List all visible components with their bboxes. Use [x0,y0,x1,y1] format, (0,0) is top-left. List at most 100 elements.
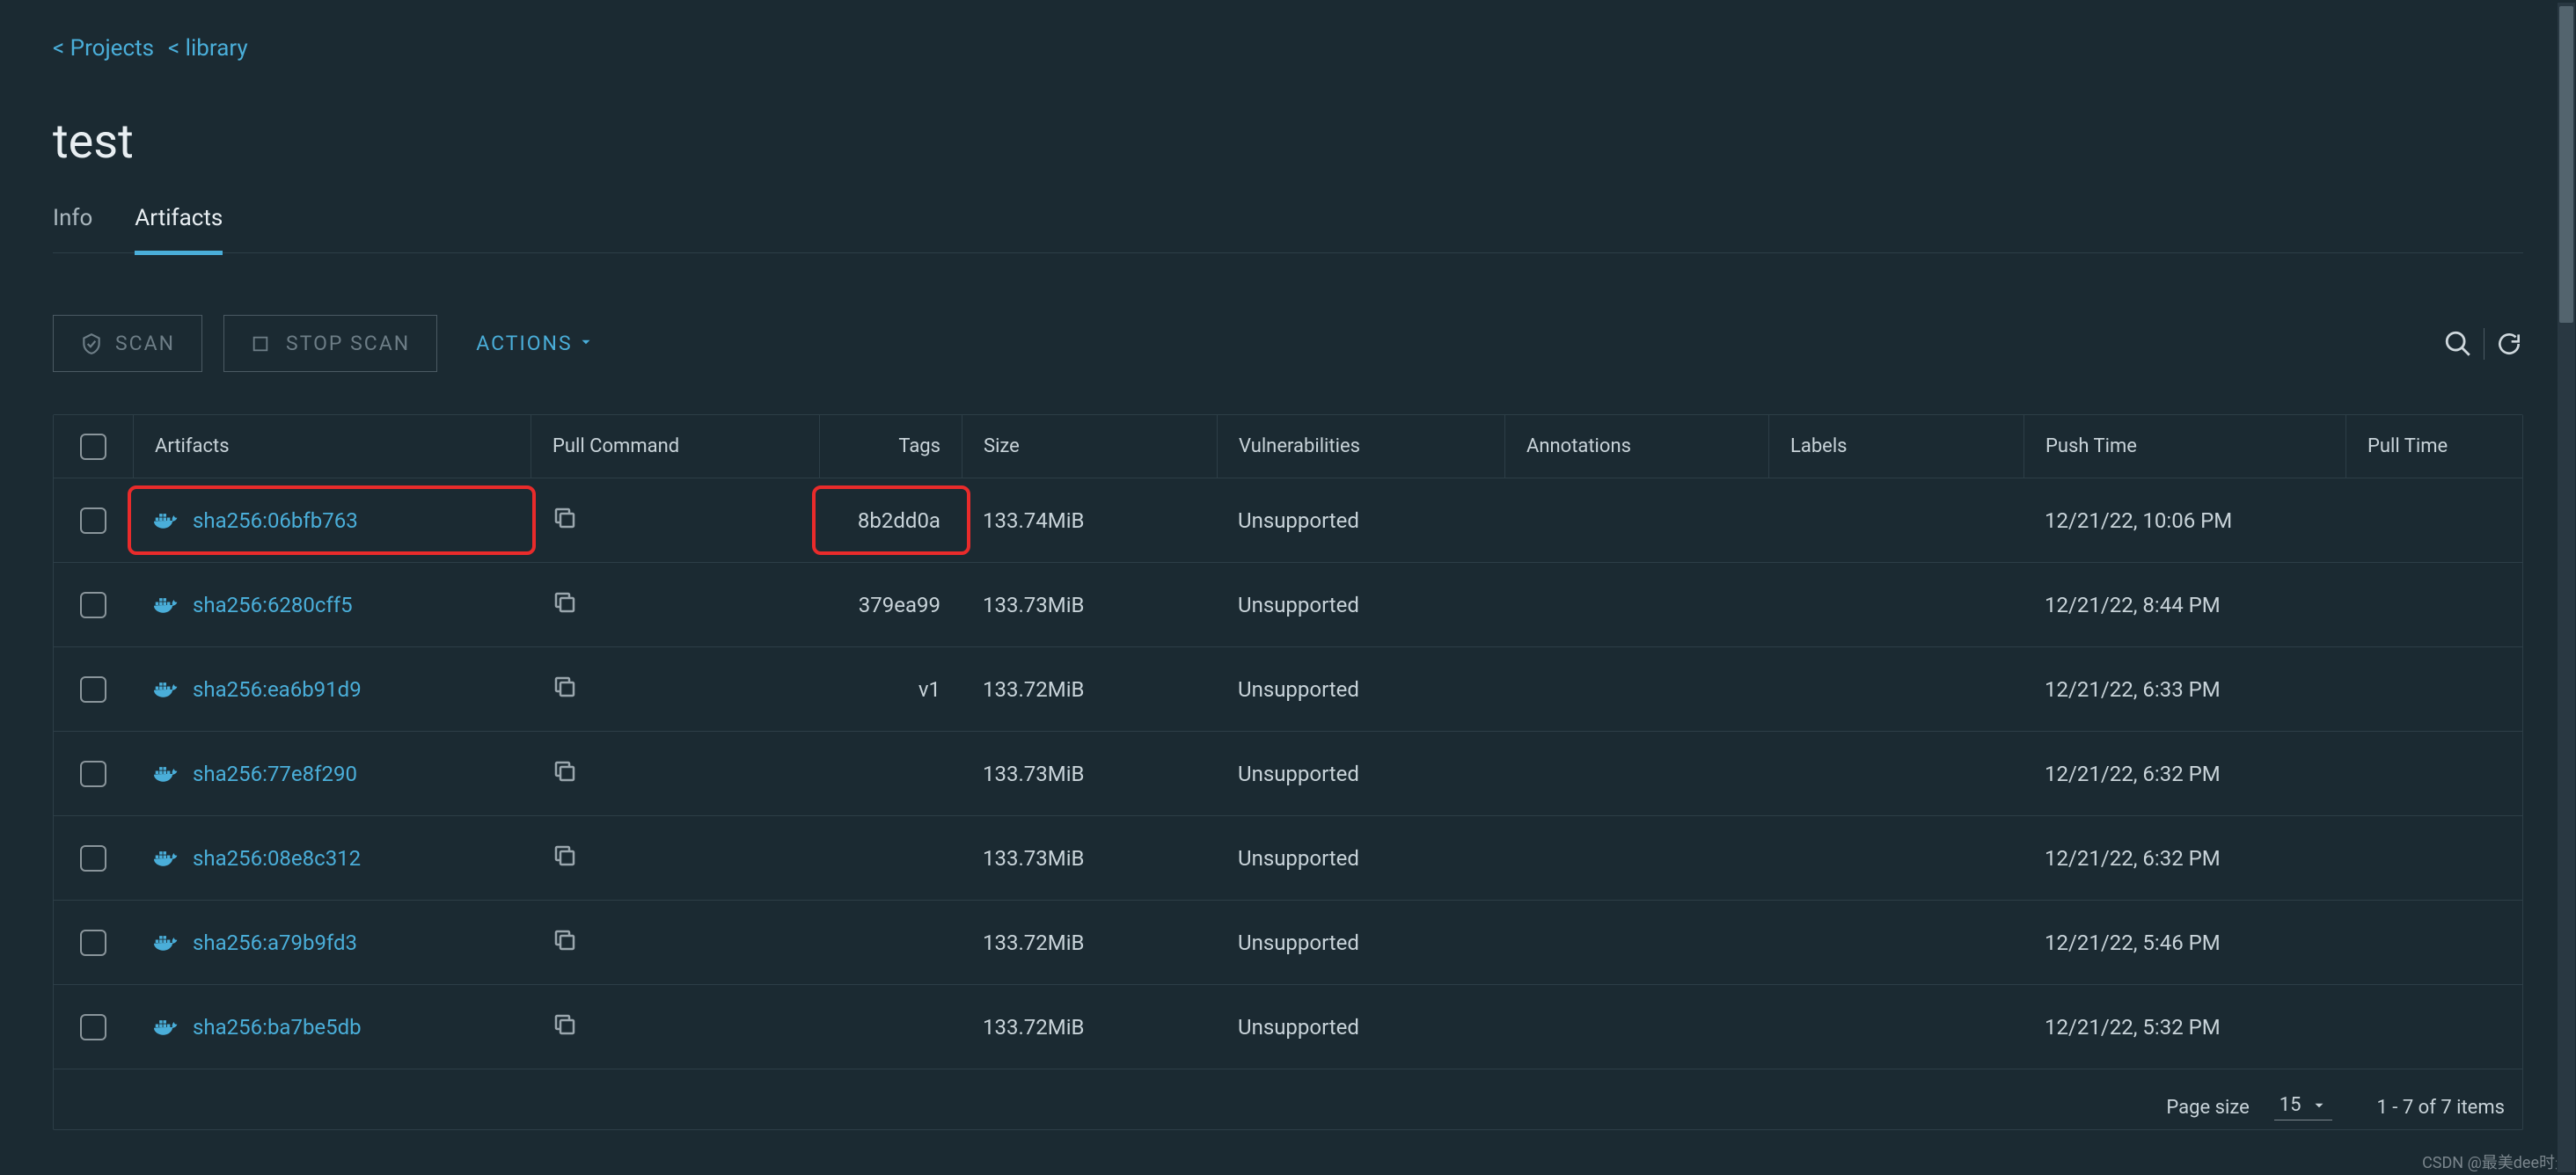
breadcrumb: < Projects < library [53,35,2523,62]
annotations-value [1504,647,1768,731]
page-size-control: Page size 15 [2166,1094,2332,1120]
chevron-down-icon [578,332,594,355]
artifact-link[interactable]: sha256:a79b9fd3 [154,931,357,955]
vulnerability-value: Unsupported [1217,816,1504,900]
labels-value [1768,901,2023,984]
artifact-link[interactable]: sha256:6280cff5 [154,593,353,617]
artifact-hash: sha256:77e8f290 [193,762,357,786]
column-annotations[interactable]: Annotations [1504,415,1768,478]
select-all-checkbox[interactable] [80,434,106,460]
stop-icon [251,332,274,355]
labels-value [1768,478,2023,562]
scrollbar-thumb[interactable] [2559,6,2573,323]
row-checkbox[interactable] [80,507,106,534]
page-size-select[interactable]: 15 [2274,1094,2333,1120]
column-tags[interactable]: Tags [819,415,962,478]
column-vulnerabilities[interactable]: Vulnerabilities [1217,415,1504,478]
divider [2484,328,2485,360]
actions-button-label: ACTIONS [476,332,572,355]
artifact-hash: sha256:08e8c312 [193,846,361,871]
column-artifacts[interactable]: Artifacts [133,415,531,478]
tabs: Info Artifacts [53,205,2523,253]
copy-icon[interactable] [552,1011,578,1043]
scan-button-label: SCAN [115,332,175,355]
column-pull-time[interactable]: Pull Time [2345,415,2522,478]
vulnerability-value: Unsupported [1217,901,1504,984]
column-push-time[interactable]: Push Time [2023,415,2345,478]
scan-button[interactable]: SCAN [53,315,202,372]
size-value: 133.73MiB [962,816,1217,900]
pull-time-value [2345,647,2522,731]
row-checkbox[interactable] [80,592,106,618]
row-checkbox[interactable] [80,930,106,956]
copy-icon[interactable] [552,674,578,705]
annotations-value [1504,478,1768,562]
copy-icon[interactable] [552,843,578,874]
artifact-link[interactable]: sha256:06bfb763 [154,508,358,533]
table-row: sha256:06bfb763 8b2dd0a 133.74MiB Unsupp… [54,478,2522,563]
table-row: sha256:a79b9fd3 133.72MiB Unsupported 12… [54,901,2522,985]
column-checkbox [54,415,133,478]
artifact-hash: sha256:6280cff5 [193,593,353,617]
copy-icon[interactable] [552,589,578,621]
artifact-link[interactable]: sha256:08e8c312 [154,846,361,871]
size-value: 133.73MiB [962,563,1217,646]
breadcrumb-projects[interactable]: < Projects [53,35,154,62]
stop-scan-button[interactable]: STOP SCAN [223,315,437,372]
size-value: 133.73MiB [962,732,1217,815]
push-time-value: 12/21/22, 8:44 PM [2023,563,2345,646]
watermark: CSDN @最美dee时光 [2422,1150,2571,1173]
docker-icon [154,933,179,952]
pull-time-value [2345,901,2522,984]
copy-icon[interactable] [552,927,578,959]
vulnerability-value: Unsupported [1217,732,1504,815]
table-row: sha256:08e8c312 133.73MiB Unsupported 12… [54,816,2522,901]
tab-artifacts[interactable]: Artifacts [135,205,223,255]
actions-button[interactable]: ACTIONS [458,332,611,355]
push-time-value: 12/21/22, 5:32 PM [2023,985,2345,1069]
tab-info[interactable]: Info [53,205,92,255]
page-title: test [53,114,2523,170]
labels-value [1768,732,2023,815]
artifact-hash: sha256:ba7be5db [193,1015,362,1040]
stop-scan-button-label: STOP SCAN [286,332,410,355]
docker-icon [154,1018,179,1037]
search-icon[interactable] [2443,329,2473,359]
labels-value [1768,563,2023,646]
table-row: sha256:77e8f290 133.73MiB Unsupported 12… [54,732,2522,816]
labels-value [1768,985,2023,1069]
vulnerability-value: Unsupported [1217,478,1504,562]
size-value: 133.72MiB [962,901,1217,984]
pull-time-value [2345,478,2522,562]
row-checkbox[interactable] [80,676,106,703]
annotations-value [1504,732,1768,815]
pull-time-value [2345,563,2522,646]
artifact-link[interactable]: sha256:77e8f290 [154,762,357,786]
toolbar: SCAN STOP SCAN ACTIONS [53,315,2523,372]
column-size[interactable]: Size [962,415,1217,478]
row-checkbox[interactable] [80,845,106,872]
shield-check-icon [80,332,103,355]
row-checkbox[interactable] [80,761,106,787]
scrollbar[interactable] [2557,2,2576,1173]
push-time-value: 12/21/22, 5:46 PM [2023,901,2345,984]
copy-icon[interactable] [552,505,578,536]
artifact-link[interactable]: sha256:ea6b91d9 [154,677,362,702]
labels-value [1768,647,2023,731]
tag-value: 8b2dd0a [858,508,940,533]
docker-icon [154,764,179,784]
artifact-link[interactable]: sha256:ba7be5db [154,1015,362,1040]
table-header: Artifacts Pull Command Tags Size Vulnera… [54,415,2522,478]
docker-icon [154,849,179,868]
pull-time-value [2345,816,2522,900]
refresh-icon[interactable] [2495,330,2523,358]
page-size-value: 15 [2280,1094,2302,1116]
copy-icon[interactable] [552,758,578,790]
column-pull-command[interactable]: Pull Command [531,415,819,478]
vulnerability-value: Unsupported [1217,985,1504,1069]
column-labels[interactable]: Labels [1768,415,2023,478]
row-checkbox[interactable] [80,1014,106,1040]
breadcrumb-library[interactable]: < library [168,35,248,62]
table-row: sha256:ba7be5db 133.72MiB Unsupported 12… [54,985,2522,1069]
docker-icon [154,595,179,615]
